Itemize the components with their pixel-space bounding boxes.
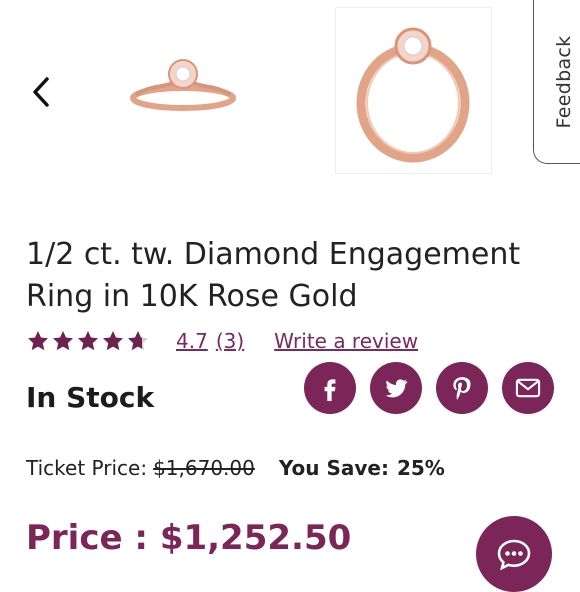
- write-review-link[interactable]: Write a review: [274, 329, 418, 353]
- facebook-icon: [324, 379, 336, 401]
- back-button[interactable]: [26, 74, 56, 110]
- pinterest-icon: [453, 377, 471, 400]
- chat-icon: [497, 539, 531, 571]
- product-gallery: [0, 0, 580, 210]
- ticket-price-value: $1,670.00: [153, 456, 255, 480]
- rating-row: 4.7 (3) Write a review: [26, 326, 418, 356]
- review-count-link[interactable]: (3): [216, 329, 244, 353]
- star-icon: [28, 331, 48, 351]
- product-image-thumb-1[interactable]: [118, 40, 248, 120]
- email-share-button[interactable]: [502, 362, 554, 414]
- you-save-label: You Save:: [278, 456, 389, 480]
- stock-status: In Stock: [26, 381, 155, 414]
- rating-value-link[interactable]: 4.7: [176, 329, 208, 353]
- chevron-left-icon: [33, 77, 49, 107]
- email-icon: [515, 378, 541, 398]
- star-rating: [26, 329, 150, 353]
- twitter-share-button[interactable]: [370, 362, 422, 414]
- star-icon: [128, 331, 148, 351]
- chat-button[interactable]: [476, 516, 552, 592]
- product-title: 1/2 ct. tw. Diamond Engagement Ring in 1…: [26, 237, 521, 314]
- social-share-buttons: [304, 362, 554, 414]
- pinterest-share-button[interactable]: [436, 362, 488, 414]
- you-save-value: 25%: [396, 456, 445, 480]
- feedback-tab[interactable]: Feedback: [533, 0, 580, 164]
- twitter-icon: [385, 379, 408, 398]
- ticket-price-label: Ticket Price:: [26, 456, 148, 480]
- product-image-thumb-2[interactable]: [336, 8, 491, 173]
- facebook-share-button[interactable]: [304, 362, 356, 414]
- ticket-price-row: Ticket Price: $1,670.00 You Save: 25%: [26, 456, 445, 480]
- star-icon: [103, 331, 123, 351]
- star-icon: [53, 331, 73, 351]
- sale-price: Price : $1,252.50: [26, 518, 352, 558]
- feedback-label: Feedback: [553, 35, 575, 128]
- star-icon: [78, 331, 98, 351]
